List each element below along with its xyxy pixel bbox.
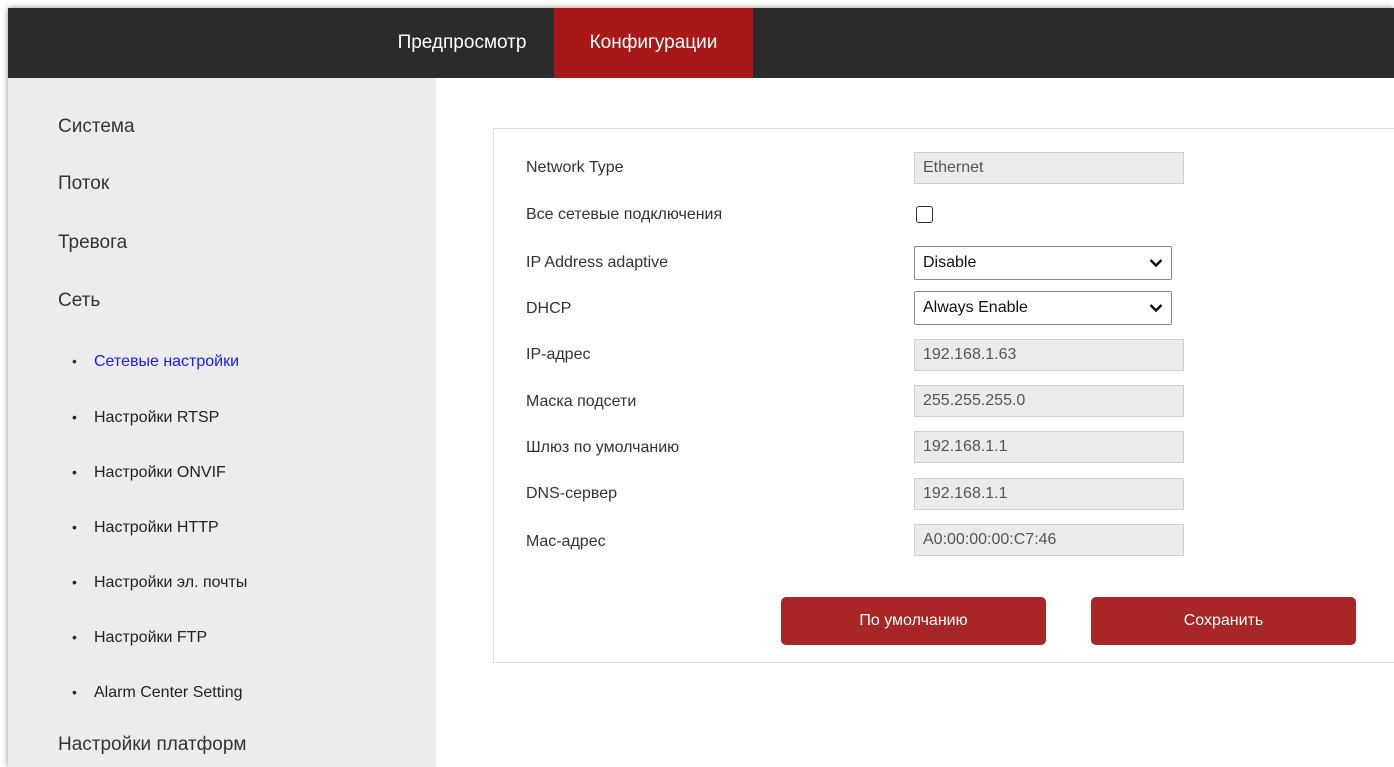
dns-label: DNS-сервер <box>526 485 618 502</box>
dhcp-label: DHCP <box>526 300 572 317</box>
sidebar-item-system[interactable]: Система <box>58 116 135 138</box>
bullet-icon: • <box>72 574 77 590</box>
ip-address-label: IP-адрес <box>526 346 591 363</box>
bullet-icon: • <box>72 464 77 480</box>
network-type-label: Network Type <box>526 159 624 176</box>
sidebar-item-platform-settings[interactable]: Настройки платформ <box>58 734 247 756</box>
sidebar-item-rtsp-settings[interactable]: • Настройки RTSP <box>72 409 219 427</box>
sidebar-item-ftp-settings[interactable]: • Настройки FTP <box>72 629 207 647</box>
subnet-mask-label: Маска подсети <box>526 393 637 410</box>
sidebar-item-email-settings[interactable]: • Настройки эл. почты <box>72 574 247 592</box>
sidebar-item-alarm[interactable]: Тревога <box>58 232 127 254</box>
gateway-field: 192.168.1.1 <box>914 431 1184 463</box>
sidebar-item-label: Настройки эл. почты <box>94 574 248 591</box>
sidebar-item-network[interactable]: Сеть <box>58 290 100 312</box>
dns-field: 192.168.1.1 <box>914 478 1184 510</box>
bullet-icon: • <box>72 629 77 645</box>
save-button[interactable]: Сохранить <box>1091 597 1356 645</box>
sidebar-item-network-settings[interactable]: • Сетевые настройки <box>72 353 239 371</box>
chevron-down-icon <box>1149 247 1163 279</box>
mac-address-label: Mac-адрес <box>526 533 606 550</box>
bullet-icon: • <box>72 353 77 369</box>
bullet-icon: • <box>72 684 77 700</box>
sidebar-item-http-settings[interactable]: • Настройки HTTP <box>72 519 219 537</box>
sidebar-item-label: Настройки ONVIF <box>94 464 226 481</box>
top-nav-bar: Предпросмотр Конфигурации <box>8 8 1394 78</box>
network-type-field: Ethernet <box>914 152 1184 184</box>
ip-adaptive-select[interactable]: Disable <box>914 246 1172 280</box>
sidebar-item-stream[interactable]: Поток <box>58 173 109 195</box>
tab-configuration[interactable]: Конфигурации <box>554 8 753 78</box>
sidebar: Система Поток Тревога Сеть • Сетевые наст… <box>8 78 436 767</box>
tab-preview[interactable]: Предпросмотр <box>370 8 554 78</box>
bullet-icon: • <box>72 409 77 425</box>
subnet-mask-field: 255.255.255.0 <box>914 385 1184 417</box>
sidebar-item-alarm-center-setting[interactable]: • Alarm Center Setting <box>72 684 243 702</box>
sidebar-item-onvif-settings[interactable]: • Настройки ONVIF <box>72 464 226 482</box>
all-connections-label: Все сетевые подключения <box>526 206 723 223</box>
all-connections-checkbox[interactable] <box>916 206 933 223</box>
gateway-label: Шлюз по умолчанию <box>526 439 680 456</box>
sidebar-item-label: Настройки RTSP <box>94 409 220 426</box>
sidebar-item-label: Alarm Center Setting <box>94 684 243 701</box>
ip-adaptive-label: IP Address adaptive <box>526 254 669 271</box>
sidebar-item-label: Настройки FTP <box>94 629 208 646</box>
dhcp-select[interactable]: Always Enable <box>914 291 1172 325</box>
ip-address-field: 192.168.1.63 <box>914 339 1184 371</box>
sidebar-item-label: Сетевые настройки <box>94 353 240 370</box>
dhcp-value: Always Enable <box>923 299 1028 316</box>
app-window: Предпросмотр Конфигурации Система Поток … <box>8 8 1394 767</box>
sidebar-item-label: Настройки HTTP <box>94 519 219 536</box>
mac-address-field: A0:00:00:00:C7:46 <box>914 524 1184 556</box>
ip-adaptive-value: Disable <box>923 254 977 271</box>
chevron-down-icon <box>1149 292 1163 324</box>
bullet-icon: • <box>72 519 77 535</box>
default-button[interactable]: По умолчанию <box>781 597 1046 645</box>
